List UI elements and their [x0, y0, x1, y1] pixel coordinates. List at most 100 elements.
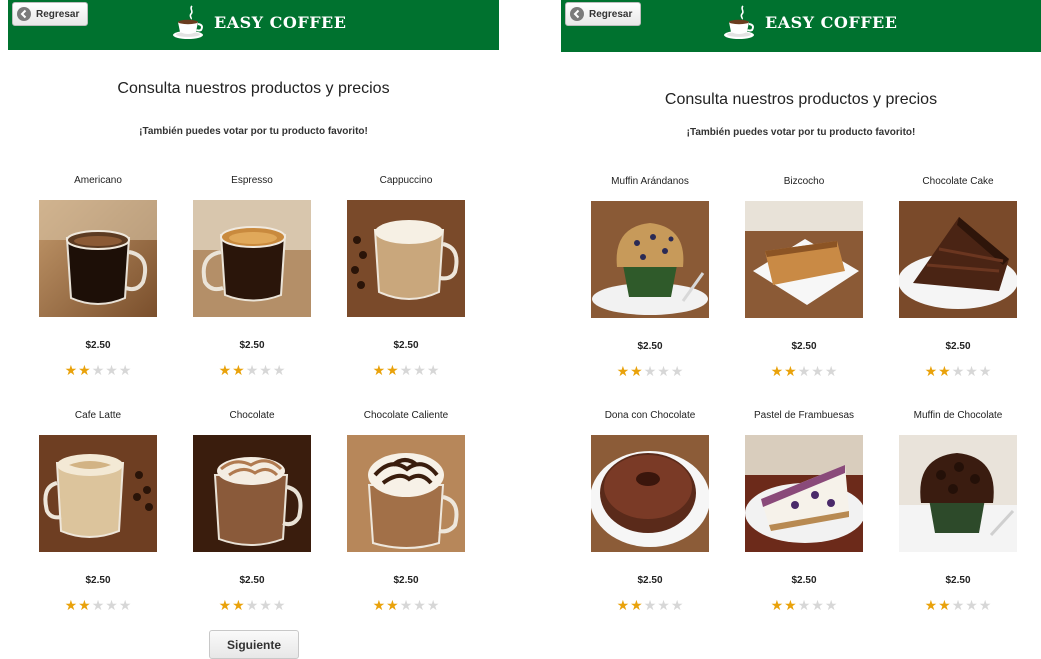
product-price: $2.50: [85, 340, 111, 351]
star-icon[interactable]: ★: [825, 598, 838, 612]
rating-stars[interactable]: ★ ★ ★ ★ ★: [734, 364, 874, 378]
star-icon[interactable]: ★: [413, 598, 426, 612]
star-icon[interactable]: ★: [386, 598, 399, 612]
rating-stars[interactable]: ★ ★ ★ ★ ★: [888, 364, 1028, 378]
star-icon[interactable]: ★: [78, 363, 91, 377]
product-image[interactable]: [899, 201, 1017, 318]
star-icon[interactable]: ★: [630, 598, 643, 612]
coffee-cup-logo-icon: [173, 5, 203, 39]
product-image[interactable]: [347, 435, 465, 552]
brand-name: EASY COFFEE: [214, 12, 347, 32]
star-icon[interactable]: ★: [273, 363, 286, 377]
star-icon[interactable]: ★: [617, 598, 630, 612]
star-icon[interactable]: ★: [671, 364, 684, 378]
star-icon[interactable]: ★: [400, 363, 413, 377]
product-image[interactable]: [745, 201, 863, 318]
star-icon[interactable]: ★: [105, 363, 118, 377]
star-icon[interactable]: ★: [965, 364, 978, 378]
rating-stars[interactable]: ★ ★ ★ ★ ★: [734, 598, 874, 612]
star-icon[interactable]: ★: [979, 598, 992, 612]
star-icon[interactable]: ★: [925, 598, 938, 612]
star-icon[interactable]: ★: [784, 598, 797, 612]
product-image[interactable]: [591, 435, 709, 552]
next-button[interactable]: Siguiente: [209, 630, 299, 659]
product-image[interactable]: [39, 435, 157, 552]
star-icon[interactable]: ★: [259, 363, 272, 377]
star-icon[interactable]: ★: [979, 364, 992, 378]
star-icon[interactable]: ★: [246, 598, 259, 612]
product-image[interactable]: [591, 201, 709, 318]
rating-stars[interactable]: ★ ★ ★ ★ ★: [182, 363, 322, 377]
star-icon[interactable]: ★: [427, 598, 440, 612]
star-icon[interactable]: ★: [92, 598, 105, 612]
star-icon[interactable]: ★: [65, 363, 78, 377]
star-icon[interactable]: ★: [644, 598, 657, 612]
star-icon[interactable]: ★: [938, 364, 951, 378]
star-icon[interactable]: ★: [119, 598, 132, 612]
star-icon[interactable]: ★: [798, 598, 811, 612]
product-image[interactable]: [193, 435, 311, 552]
rating-stars[interactable]: ★ ★ ★ ★ ★: [580, 364, 720, 378]
star-icon[interactable]: ★: [219, 598, 232, 612]
star-icon[interactable]: ★: [373, 598, 386, 612]
star-icon[interactable]: ★: [811, 364, 824, 378]
star-icon[interactable]: ★: [65, 598, 78, 612]
back-button[interactable]: Regresar: [12, 2, 89, 26]
star-icon[interactable]: ★: [657, 364, 670, 378]
star-icon[interactable]: ★: [400, 598, 413, 612]
star-icon[interactable]: ★: [657, 598, 670, 612]
star-icon[interactable]: ★: [617, 364, 630, 378]
star-icon[interactable]: ★: [771, 364, 784, 378]
star-icon[interactable]: ★: [784, 364, 797, 378]
star-icon[interactable]: ★: [952, 364, 965, 378]
star-icon[interactable]: ★: [925, 364, 938, 378]
star-icon[interactable]: ★: [232, 363, 245, 377]
star-icon[interactable]: ★: [413, 363, 426, 377]
star-icon[interactable]: ★: [259, 598, 272, 612]
product-name: Cafe Latte: [74, 410, 122, 421]
rating-stars[interactable]: ★ ★ ★ ★ ★: [336, 363, 476, 377]
product-price: $2.50: [945, 575, 971, 586]
star-icon[interactable]: ★: [427, 363, 440, 377]
star-icon[interactable]: ★: [78, 598, 91, 612]
rating-stars[interactable]: ★ ★ ★ ★ ★: [336, 598, 476, 612]
product-price: $2.50: [791, 575, 817, 586]
rating-stars[interactable]: ★ ★ ★ ★ ★: [28, 598, 168, 612]
star-icon[interactable]: ★: [644, 364, 657, 378]
page-subtitle: ¡También puedes votar por tu producto fa…: [686, 127, 916, 138]
star-icon[interactable]: ★: [825, 364, 838, 378]
star-icon[interactable]: ★: [386, 363, 399, 377]
star-icon[interactable]: ★: [246, 363, 259, 377]
product-image[interactable]: [193, 200, 311, 317]
star-icon[interactable]: ★: [965, 598, 978, 612]
star-icon[interactable]: ★: [630, 364, 643, 378]
product-price: $2.50: [637, 575, 663, 586]
rating-stars[interactable]: ★ ★ ★ ★ ★: [182, 598, 322, 612]
star-icon[interactable]: ★: [219, 363, 232, 377]
product-price: $2.50: [85, 575, 111, 586]
star-icon[interactable]: ★: [798, 364, 811, 378]
star-icon[interactable]: ★: [373, 363, 386, 377]
product-image[interactable]: [745, 435, 863, 552]
product-image[interactable]: [347, 200, 465, 317]
rating-stars[interactable]: ★ ★ ★ ★ ★: [28, 363, 168, 377]
star-icon[interactable]: ★: [119, 363, 132, 377]
star-icon[interactable]: ★: [952, 598, 965, 612]
back-button-label: Regresar: [36, 8, 80, 20]
product-name: Pastel de Frambuesas: [753, 410, 855, 421]
star-icon[interactable]: ★: [105, 598, 118, 612]
star-icon[interactable]: ★: [92, 363, 105, 377]
product-image[interactable]: [39, 200, 157, 317]
product-name: Bizcocho: [783, 176, 825, 187]
product-image[interactable]: [899, 435, 1017, 552]
star-icon[interactable]: ★: [232, 598, 245, 612]
rating-stars[interactable]: ★ ★ ★ ★ ★: [888, 598, 1028, 612]
star-icon[interactable]: ★: [671, 598, 684, 612]
rating-stars[interactable]: ★ ★ ★ ★ ★: [580, 598, 720, 612]
back-button[interactable]: Regresar: [565, 2, 642, 26]
product-name: Muffin Arándanos: [611, 176, 689, 187]
star-icon[interactable]: ★: [273, 598, 286, 612]
star-icon[interactable]: ★: [811, 598, 824, 612]
star-icon[interactable]: ★: [771, 598, 784, 612]
star-icon[interactable]: ★: [938, 598, 951, 612]
